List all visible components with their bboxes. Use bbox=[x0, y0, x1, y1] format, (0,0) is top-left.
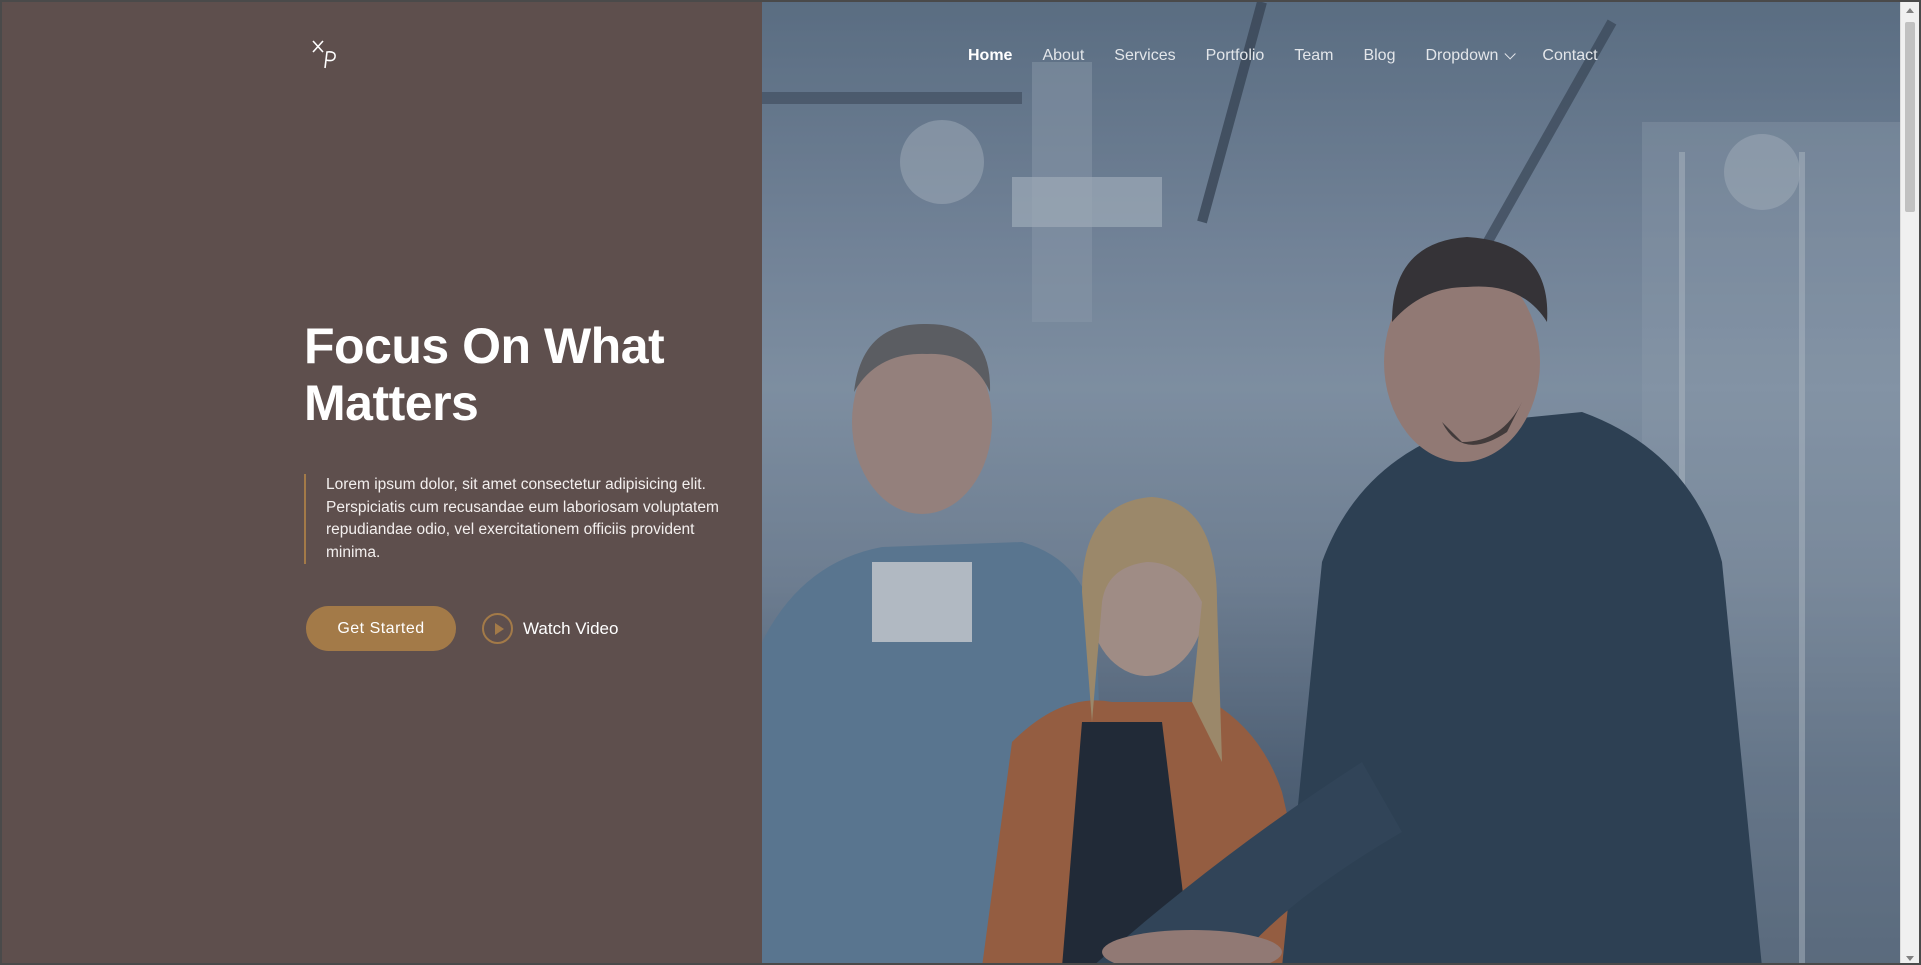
scroll-thumb[interactable] bbox=[1905, 22, 1915, 212]
nav-services[interactable]: Services bbox=[1114, 47, 1175, 65]
play-icon bbox=[482, 613, 513, 644]
image-overlay bbox=[762, 2, 1902, 963]
scroll-up-icon[interactable] bbox=[1906, 8, 1914, 13]
main-nav: Home About Services Portfolio Team Blog … bbox=[968, 44, 1628, 68]
nav-contact[interactable]: Contact bbox=[1542, 47, 1597, 65]
page-scrollbar[interactable] bbox=[1900, 2, 1919, 963]
watch-video-label: Watch Video bbox=[523, 618, 619, 638]
nav-about[interactable]: About bbox=[1042, 47, 1084, 65]
nav-dropdown[interactable]: Dropdown bbox=[1425, 47, 1517, 65]
watch-video-button[interactable]: Watch Video bbox=[482, 612, 618, 645]
scroll-down-icon[interactable] bbox=[1906, 956, 1914, 961]
nav-blog[interactable]: Blog bbox=[1363, 47, 1395, 65]
site-logo[interactable] bbox=[310, 38, 342, 72]
nav-team[interactable]: Team bbox=[1294, 47, 1333, 65]
nav-dropdown-label: Dropdown bbox=[1425, 47, 1499, 64]
nav-home[interactable]: Home bbox=[968, 47, 1012, 65]
hero-title: Focus On What Matters bbox=[304, 318, 665, 431]
nav-portfolio[interactable]: Portfolio bbox=[1206, 47, 1265, 65]
hero-image bbox=[762, 2, 1902, 963]
browser-window: Home About Services Portfolio Team Blog … bbox=[0, 0, 1921, 965]
chevron-down-icon bbox=[1504, 48, 1517, 60]
hero-description: Lorem ipsum dolor, sit amet consectetur … bbox=[304, 474, 734, 564]
get-started-button[interactable]: Get Started bbox=[306, 606, 456, 651]
